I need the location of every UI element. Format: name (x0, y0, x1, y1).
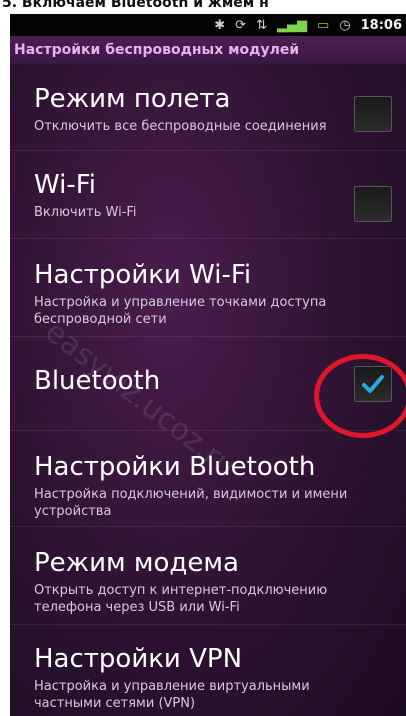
list-item-desc: Отключить все беспроводные соединения (34, 119, 327, 134)
list-item-airplane-mode[interactable]: Режим полета Отключить все беспроводные … (10, 64, 406, 151)
status-bar: ✱ ⟳ ⇅ ▂▄▆ ▭ ◷ 18:06 (10, 14, 406, 36)
list-item-bluetooth-settings[interactable]: Настройки Bluetooth Настройка подключени… (10, 430, 406, 527)
highlight-circle (314, 354, 406, 438)
page: 5. Включаем Bluetooth и жмем н ✱ ⟳ ⇅ ▂▄▆… (0, 0, 406, 716)
list-item-title: Bluetooth (34, 366, 161, 396)
list-item-desc: Включить Wi-Fi (34, 205, 137, 220)
airplane-mode-checkbox[interactable] (354, 96, 392, 132)
list-item-wifi[interactable]: Wi-Fi Включить Wi-Fi (10, 150, 406, 239)
sync-icon: ⟳ (235, 17, 247, 33)
list-item-desc: Настройка подключений, видимости и имени… (34, 487, 348, 519)
list-item-title: Режим полета (34, 84, 231, 114)
list-item-vpn-settings[interactable]: Настройки VPN Настройка и управление вир… (10, 624, 406, 716)
battery-icon: ▭ (316, 17, 330, 33)
wifi-checkbox[interactable] (354, 186, 392, 222)
list-item-title: Режим модема (34, 548, 239, 578)
list-item-desc: Настройка и управление точками доступа б… (34, 295, 327, 327)
status-time: 18:06 (360, 17, 402, 33)
list-item-title: Настройки Bluetooth (34, 452, 316, 482)
bluetooth-icon: ✱ (214, 17, 226, 33)
list-item-wifi-settings[interactable]: Настройки Wi-Fi Настройка и управление т… (10, 238, 406, 337)
list-item-desc: Открыть доступ к интернет-подключению те… (34, 583, 328, 615)
list-item-tethering[interactable]: Режим модема Открыть доступ к интернет-п… (10, 526, 406, 625)
alarm-icon: ◷ (339, 17, 351, 33)
data-icon: ⇅ (256, 17, 267, 33)
signal-icon: ▂▄▆ (276, 17, 307, 33)
list-item-title: Настройки Wi-Fi (34, 260, 252, 290)
top-caption: 5. Включаем Bluetooth и жмем н (2, 0, 269, 11)
list-item-title: Wi-Fi (34, 170, 97, 200)
phone-screen: ✱ ⟳ ⇅ ▂▄▆ ▭ ◷ 18:06 Настройки беспроводн… (10, 14, 406, 716)
screen-title: Настройки беспроводных модулей (10, 36, 406, 64)
list-item-title: Настройки VPN (34, 644, 243, 674)
list-item-desc: Настройка и управление виртуальными част… (34, 679, 310, 711)
